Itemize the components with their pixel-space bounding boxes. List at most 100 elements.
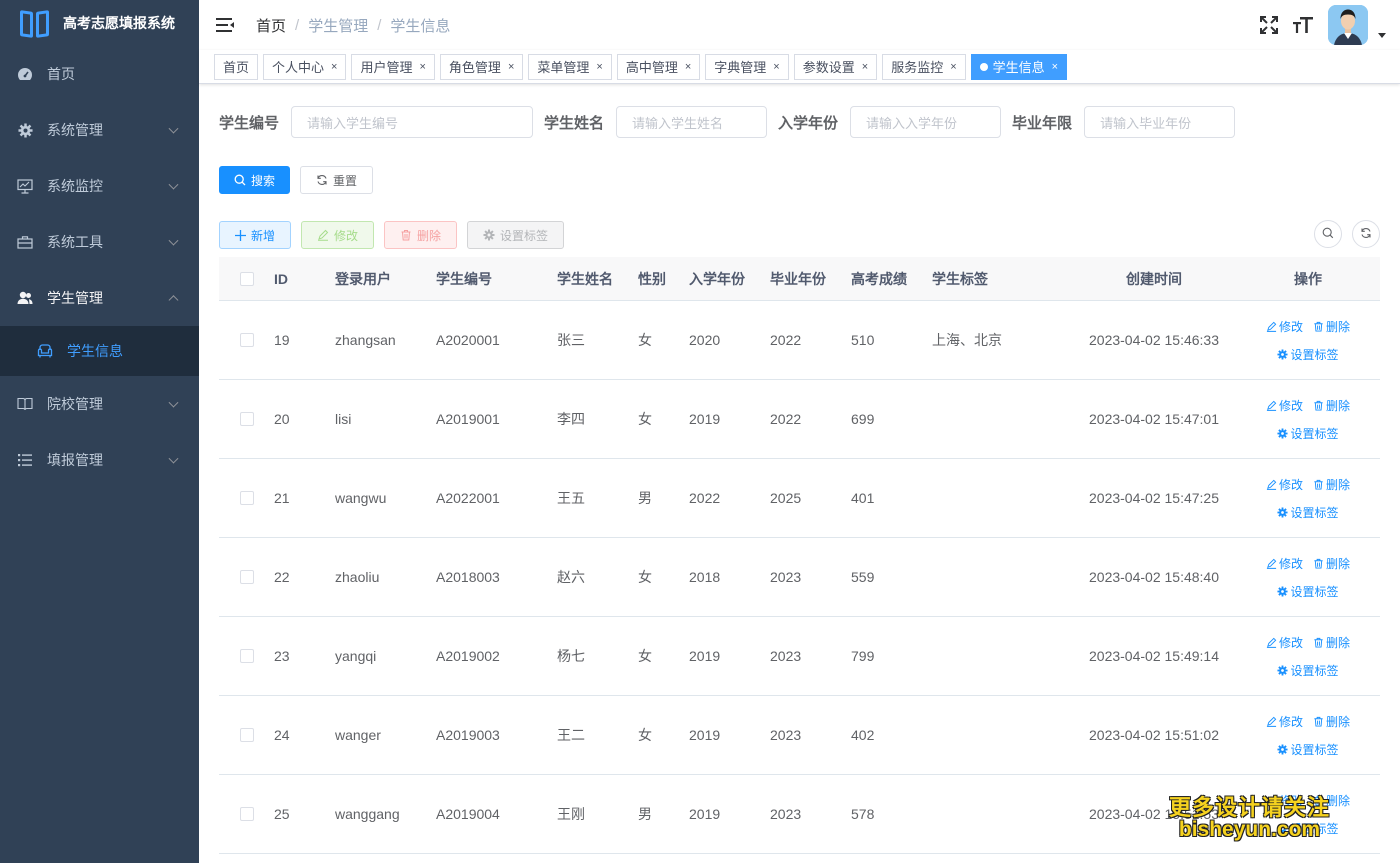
row-edit-link[interactable]: 修改: [1266, 397, 1303, 414]
select-all-checkbox[interactable]: [239, 271, 254, 286]
app-logo[interactable]: 高考志愿填报系统: [0, 0, 199, 46]
close-icon[interactable]: ×: [950, 61, 956, 73]
tab-6[interactable]: 字典管理 ×: [705, 53, 789, 80]
row-edit-link[interactable]: 修改: [1266, 318, 1303, 335]
close-icon[interactable]: ×: [773, 61, 779, 73]
close-icon[interactable]: ×: [508, 61, 514, 73]
row-checkbox[interactable]: [239, 333, 254, 347]
row-delete-link[interactable]: 删除: [1313, 397, 1350, 414]
refresh-table-button[interactable]: [1352, 220, 1380, 248]
sidebar-item-1[interactable]: 系统管理: [0, 102, 199, 158]
user-avatar[interactable]: [1328, 5, 1368, 45]
tab-label: 用户管理: [360, 60, 413, 75]
row-edit-link[interactable]: 修改: [1266, 555, 1303, 572]
action-line: 设置标签: [1236, 498, 1380, 526]
search-button[interactable]: 搜索: [219, 166, 291, 194]
row-checkbox[interactable]: [239, 807, 254, 821]
tab-4[interactable]: 菜单管理 ×: [528, 53, 612, 80]
watermark-line1: 更多设计请关注: [1168, 794, 1330, 820]
row-set-tag-link[interactable]: 设置标签: [1277, 346, 1339, 363]
fullscreen-icon[interactable]: [1258, 14, 1280, 36]
table-row: 19 zhangsan A2020001 张三 女 2020 2022 510 上海、北京 202…: [219, 301, 1380, 380]
sidebar-item-3[interactable]: 系统工具: [0, 214, 199, 270]
tab-7[interactable]: 参数设置 ×: [793, 53, 878, 80]
cell-actions: 修改 删除设置标签: [1236, 391, 1380, 447]
row-delete-link[interactable]: 删除: [1313, 634, 1350, 651]
row-edit-label: 修改: [1278, 319, 1303, 334]
sidebar-item-4[interactable]: 学生管理: [0, 270, 199, 326]
cell-time: 2023-04-02 15:51:02: [1089, 727, 1219, 743]
tab-9[interactable]: 学生信息 ×: [970, 53, 1068, 80]
search-input-3[interactable]: 请输入毕业年份: [1084, 106, 1236, 138]
cell-sex: 男: [638, 806, 652, 822]
row-checkbox[interactable]: [239, 491, 254, 505]
row-edit-link[interactable]: 修改: [1266, 634, 1303, 651]
row-select-cell: [219, 412, 274, 426]
close-icon[interactable]: ×: [685, 61, 691, 73]
tab-8[interactable]: 服务监控 ×: [882, 53, 966, 80]
pencil-icon: [1266, 400, 1277, 411]
row-checkbox[interactable]: [239, 570, 254, 584]
font-size-icon[interactable]: [1292, 14, 1314, 36]
row-delete-link[interactable]: 删除: [1313, 555, 1350, 572]
search-input-0[interactable]: 请输入学生编号: [291, 106, 534, 138]
column-header: 入学年份: [689, 270, 745, 287]
close-icon[interactable]: ×: [862, 61, 868, 73]
sidebar-subitem-student-info[interactable]: 学生信息: [0, 326, 199, 376]
column-header: 学生标签: [932, 270, 988, 287]
hamburger-icon[interactable]: [216, 18, 234, 32]
row-checkbox[interactable]: [239, 728, 254, 742]
row-delete-link[interactable]: 删除: [1313, 713, 1350, 730]
set-tag-button[interactable]: 设置标签: [467, 221, 565, 249]
close-icon[interactable]: ×: [596, 61, 602, 73]
close-icon[interactable]: ×: [331, 61, 337, 73]
search-input-2[interactable]: 请输入入学年份: [850, 106, 1002, 138]
row-set-tag-link[interactable]: 设置标签: [1277, 741, 1339, 758]
cell-score: 559: [851, 569, 875, 585]
row-delete-link[interactable]: 删除: [1313, 318, 1350, 335]
row-set-tag-link[interactable]: 设置标签: [1277, 504, 1339, 521]
chevron-down-icon: [168, 235, 179, 246]
row-edit-link[interactable]: 修改: [1266, 476, 1303, 493]
search-input-1[interactable]: 请输入学生姓名: [616, 106, 768, 138]
cell-time: 2023-04-02 15:47:01: [1089, 411, 1219, 427]
cell-out: 2023: [770, 569, 802, 585]
tab-3[interactable]: 角色管理 ×: [439, 53, 524, 80]
sidebar-item-label: 首页: [47, 66, 75, 82]
close-icon[interactable]: ×: [1052, 61, 1058, 73]
sidebar-item-5[interactable]: 院校管理: [0, 376, 199, 432]
tab-2[interactable]: 用户管理 ×: [351, 53, 435, 80]
row-checkbox[interactable]: [239, 412, 254, 426]
edit-button[interactable]: 修改: [301, 221, 375, 249]
breadcrumb-home[interactable]: 首页: [256, 15, 286, 36]
tab-1[interactable]: 个人中心 ×: [263, 53, 347, 80]
add-button[interactable]: 新增: [219, 221, 292, 249]
row-set-tag-link[interactable]: 设置标签: [1277, 425, 1339, 442]
chevron-down-icon: [168, 453, 179, 464]
sidebar-item-0[interactable]: 首页: [0, 46, 199, 102]
breadcrumb: 首页 / 学生管理 / 学生信息: [256, 15, 450, 36]
user-dropdown-caret-icon[interactable]: [1378, 32, 1386, 38]
close-icon[interactable]: ×: [419, 61, 425, 73]
row-set-tag-link[interactable]: 设置标签: [1277, 583, 1339, 600]
sidebar-item-6[interactable]: 填报管理: [0, 432, 199, 488]
toggle-search-button[interactable]: [1314, 220, 1342, 248]
pencil-icon: [1266, 716, 1277, 727]
delete-button[interactable]: 删除: [384, 221, 458, 249]
tab-0[interactable]: 首页: [214, 53, 259, 80]
sidebar-item-2[interactable]: 系统监控: [0, 158, 199, 214]
row-set-tag-link[interactable]: 设置标签: [1277, 662, 1339, 679]
row-checkbox[interactable]: [239, 649, 254, 663]
cell-score: 799: [851, 648, 875, 664]
tab-5[interactable]: 高中管理 ×: [616, 53, 701, 80]
row-delete-label: 删除: [1326, 635, 1351, 650]
search-button-label: 搜索: [251, 173, 276, 188]
row-delete-link[interactable]: 删除: [1313, 476, 1350, 493]
chevron-down-icon: [168, 179, 179, 190]
chevron-down-icon: [168, 397, 179, 408]
row-edit-link[interactable]: 修改: [1266, 713, 1303, 730]
reset-button[interactable]: 重置: [300, 166, 374, 194]
cell-user: zhangsan: [335, 332, 396, 348]
cell-user: zhaoliu: [335, 569, 380, 585]
tab-label: 角色管理: [448, 60, 501, 75]
